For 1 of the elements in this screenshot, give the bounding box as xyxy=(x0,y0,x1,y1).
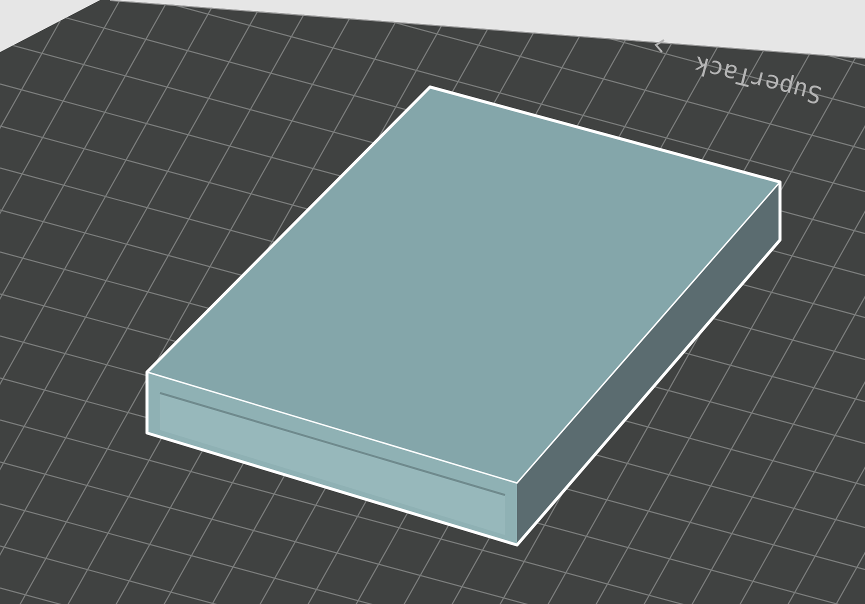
chevron-icon xyxy=(654,39,665,53)
